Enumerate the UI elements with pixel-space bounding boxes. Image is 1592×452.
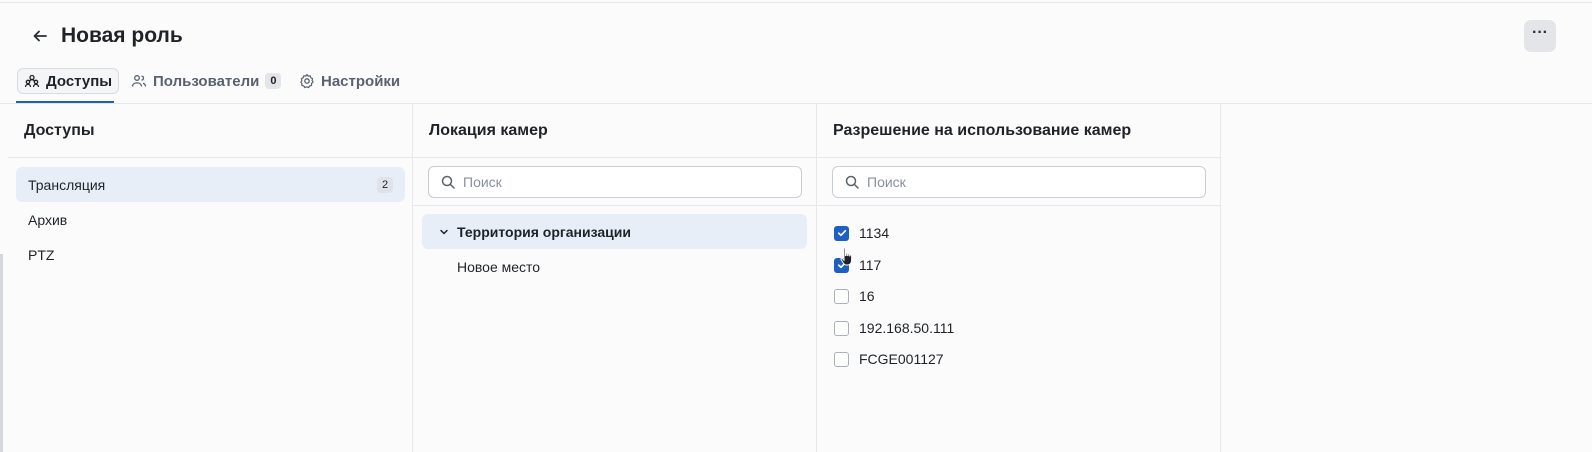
camera-label: 117	[859, 257, 882, 273]
permission-item-ptz[interactable]: PTZ	[16, 237, 405, 272]
check-icon	[837, 229, 846, 237]
camera-row[interactable]: 1134	[834, 221, 889, 245]
camera-row[interactable]: 192.168.50.111	[834, 316, 954, 340]
permissions-panel-title: Доступы	[8, 104, 412, 158]
tab-users[interactable]: Пользователи 0	[125, 68, 287, 94]
tab-settings[interactable]: Настройки	[293, 68, 406, 94]
hand-cursor-icon	[840, 247, 853, 266]
tab-access[interactable]: Доступы	[17, 68, 120, 94]
camera-checkbox[interactable]	[834, 225, 849, 241]
camera-label: 192.168.50.111	[859, 320, 955, 336]
camera-row[interactable]: 16	[834, 284, 875, 308]
permission-item-label: Трансляция	[28, 176, 106, 193]
camera-label: 1134	[859, 225, 890, 241]
camera-label: 16	[859, 288, 875, 304]
locations-panel: Локация камер Территория организации Нов…	[413, 104, 817, 452]
search-divider	[817, 205, 1221, 206]
cameras-search-input[interactable]	[867, 174, 1187, 190]
more-options-button[interactable]: ···	[1524, 20, 1556, 52]
camera-row[interactable]: FCGE001127	[834, 347, 944, 371]
camera-checkbox[interactable]	[834, 288, 849, 304]
tab-bar: Доступы Пользователи 0 Настройки	[0, 64, 1592, 104]
users-count-badge: 0	[265, 73, 282, 89]
locations-search-input[interactable]	[463, 174, 783, 190]
search-icon	[845, 175, 859, 189]
users-group-icon	[24, 74, 40, 88]
back-button[interactable]	[26, 22, 54, 50]
locations-search[interactable]	[428, 166, 802, 198]
camera-checkbox[interactable]	[834, 351, 849, 367]
permissions-panel: Доступы Трансляция 2 Архив PTZ	[8, 104, 413, 452]
cameras-panel: Разрешение на использование камер 1134 1…	[817, 104, 1221, 452]
gear-icon	[300, 73, 314, 89]
tab-users-label: Пользователи	[153, 72, 260, 90]
permission-item-archive[interactable]: Архив	[16, 202, 405, 237]
cameras-search[interactable]	[832, 166, 1206, 198]
camera-label: FCGE001127	[859, 351, 944, 367]
cameras-panel-title: Разрешение на использование камер	[817, 104, 1220, 158]
search-icon	[441, 175, 455, 189]
tree-item-label: Территория организации	[457, 223, 631, 240]
page-header: Новая роль ···	[0, 0, 1592, 70]
permission-item-stream[interactable]: Трансляция 2	[16, 167, 405, 202]
scrollbar[interactable]	[0, 254, 3, 452]
page-title: Новая роль	[61, 24, 183, 47]
tab-access-label: Доступы	[46, 72, 113, 90]
permission-count-badge: 2	[377, 177, 393, 193]
chevron-down-icon[interactable]	[436, 227, 452, 237]
users-icon	[131, 75, 147, 87]
tree-item-label: Новое место	[457, 258, 541, 275]
locations-panel-title: Локация камер	[413, 104, 816, 158]
camera-checkbox[interactable]	[834, 320, 849, 336]
permission-item-label: PTZ	[28, 246, 55, 263]
arrow-left-icon	[33, 30, 47, 42]
tab-settings-label: Настройки	[321, 72, 401, 90]
tree-item-organization[interactable]: Территория организации	[422, 214, 807, 249]
tree-item-new-place[interactable]: Новое место	[422, 249, 807, 284]
permission-item-label: Архив	[28, 211, 68, 228]
more-icon: ···	[1532, 24, 1548, 41]
search-divider	[413, 205, 817, 206]
